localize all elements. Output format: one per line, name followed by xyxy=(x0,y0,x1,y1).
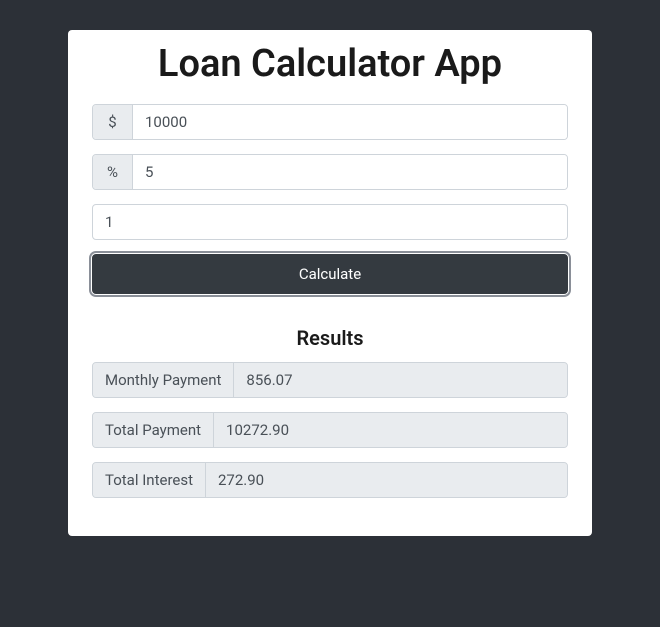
monthly-payment-value xyxy=(234,363,567,397)
calculator-card: Loan Calculator App $ % Calculate Result… xyxy=(68,30,592,536)
interest-input[interactable] xyxy=(133,155,567,189)
dollar-icon: $ xyxy=(93,105,133,139)
total-interest-group: Total Interest xyxy=(92,462,568,498)
amount-input[interactable] xyxy=(133,105,567,139)
percent-icon: % xyxy=(93,155,133,189)
calculate-button[interactable]: Calculate xyxy=(92,254,568,294)
interest-input-group: % xyxy=(92,154,568,190)
total-payment-label: Total Payment xyxy=(93,413,214,447)
amount-input-group: $ xyxy=(92,104,568,140)
monthly-payment-label: Monthly Payment xyxy=(93,363,234,397)
total-payment-value xyxy=(214,413,567,447)
total-interest-label: Total Interest xyxy=(93,463,206,497)
monthly-payment-group: Monthly Payment xyxy=(92,362,568,398)
total-interest-value xyxy=(206,463,567,497)
page-title: Loan Calculator App xyxy=(92,42,568,86)
years-input[interactable] xyxy=(92,204,568,240)
results-heading: Results xyxy=(92,326,568,350)
total-payment-group: Total Payment xyxy=(92,412,568,448)
